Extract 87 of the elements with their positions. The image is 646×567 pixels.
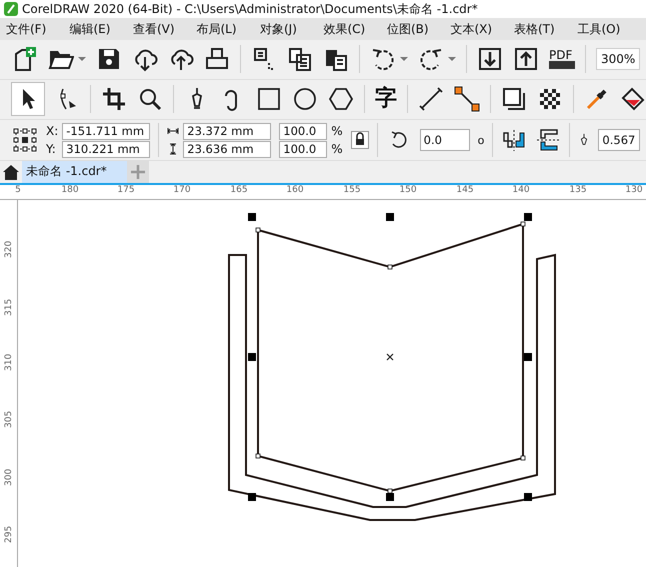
caret-icon[interactable] [400, 56, 408, 62]
ruler-label: 155 [343, 185, 361, 196]
ruler-label: 150 [399, 185, 417, 196]
bracket-outline-shape[interactable] [228, 254, 556, 522]
center-mark-icon[interactable] [386, 353, 394, 361]
selection-handle[interactable] [248, 353, 256, 362]
ruler-label: 175 [117, 185, 135, 196]
mirror-vertical-icon[interactable] [535, 127, 562, 153]
text-tool-button[interactable]: 字 [375, 86, 397, 112]
mirror-horizontal-icon[interactable] [501, 127, 528, 153]
export-icon[interactable] [513, 46, 539, 72]
window-title: CorelDRAW 2020 (64-Bit) - C:\Users\Administrator\Documents\未命名 -1.cdr* [22, 0, 478, 18]
outline-width-field[interactable]: 0.567 [598, 129, 640, 151]
menu-item[interactable]: 工具(O) [578, 20, 641, 38]
ruler-label: 135 [569, 185, 587, 196]
caret-icon[interactable] [78, 56, 86, 62]
drop-shadow-tool-icon[interactable] [501, 86, 527, 112]
ruler-label: 180 [61, 185, 79, 196]
polygon-tool-icon[interactable] [328, 86, 354, 112]
scale-y-field[interactable]: 100.0 [279, 140, 328, 158]
ruler-label: 5 [15, 185, 21, 196]
fill-tool-icon[interactable] [620, 86, 646, 112]
document-tab[interactable]: 未命名 -1.cdr* [22, 161, 127, 184]
x-label: X: [46, 124, 58, 138]
export-pdf-button[interactable]: PDF [549, 49, 575, 70]
copy-icon[interactable] [287, 46, 313, 72]
ruler-label: 295 [4, 527, 14, 544]
node-handle[interactable] [388, 488, 392, 494]
pointer-tool-icon[interactable] [12, 83, 44, 116]
selection-handle[interactable] [386, 493, 394, 502]
ellipse-tool-icon[interactable] [292, 86, 318, 112]
lock-icon[interactable] [350, 131, 369, 149]
zoom-field[interactable]: 300% [596, 48, 640, 70]
node-handle[interactable] [388, 264, 392, 270]
ruler-label: 315 [4, 300, 14, 316]
height-field[interactable]: 23.636 mm [183, 140, 272, 158]
selection-handle[interactable] [248, 213, 256, 222]
node-handle[interactable] [520, 456, 526, 460]
crop-tool-icon[interactable] [101, 86, 127, 112]
caret-icon[interactable] [448, 56, 456, 62]
node-handle[interactable] [520, 222, 526, 226]
percent-label: % [331, 142, 343, 156]
ruler-label: 160 [286, 185, 304, 196]
scale-x-field[interactable]: 100.0 [279, 122, 328, 140]
ruler-label: 145 [456, 185, 474, 196]
selection-handle[interactable] [524, 353, 532, 362]
width-field[interactable]: 23.372 mm [183, 122, 272, 140]
rectangle-tool-icon[interactable] [256, 86, 282, 112]
y-position-field[interactable]: 310.221 mm [62, 140, 150, 158]
menu-item[interactable]: 表格(T) [514, 20, 578, 38]
reference-point-icon[interactable] [12, 127, 38, 153]
redo-icon[interactable] [418, 46, 444, 72]
ruler-label: 300 [4, 470, 14, 486]
percent-label: % [331, 124, 343, 138]
selection-handle[interactable] [248, 493, 256, 502]
menu-item[interactable]: 文件(F) [6, 20, 70, 38]
selection-handle[interactable] [386, 213, 394, 222]
zoom-tool-icon[interactable] [137, 86, 163, 112]
undo-icon[interactable] [370, 46, 396, 72]
menu-item[interactable]: 布局(L) [196, 20, 260, 38]
menu-item[interactable]: 位图(B) [387, 20, 450, 38]
connector-tool-icon[interactable] [454, 86, 480, 112]
y-label: Y: [46, 142, 57, 156]
node-handle[interactable] [256, 228, 260, 232]
pentagon-shape[interactable] [257, 222, 524, 492]
selection-handle[interactable] [524, 213, 532, 222]
new-document-icon[interactable] [12, 46, 38, 72]
ruler-label: 165 [230, 185, 248, 196]
selection-handle[interactable] [524, 493, 532, 502]
menu-item[interactable]: 编辑(E) [70, 20, 133, 38]
menu-item[interactable]: 对象(J) [260, 20, 324, 38]
menu-item[interactable]: 查看(V) [133, 20, 196, 38]
ruler-label: 140 [512, 185, 530, 196]
degree-label: o [478, 134, 484, 146]
ruler-label: 320 [4, 242, 14, 258]
menu-item[interactable]: 文本(X) [450, 20, 514, 38]
ruler-label: 130 [625, 185, 643, 196]
menu-item[interactable]: 效果(C) [324, 20, 387, 38]
x-position-field[interactable]: -151.711 mm [62, 122, 150, 140]
ruler-label: 170 [173, 185, 191, 196]
node-handle[interactable] [256, 454, 260, 458]
import-icon[interactable] [477, 46, 503, 72]
ruler-label: 305 [4, 412, 14, 428]
ruler-label: 310 [4, 355, 14, 372]
home-icon[interactable] [2, 163, 20, 182]
rotation-field[interactable]: 0.0 [420, 129, 470, 151]
dimension-tool-icon[interactable] [418, 86, 444, 112]
